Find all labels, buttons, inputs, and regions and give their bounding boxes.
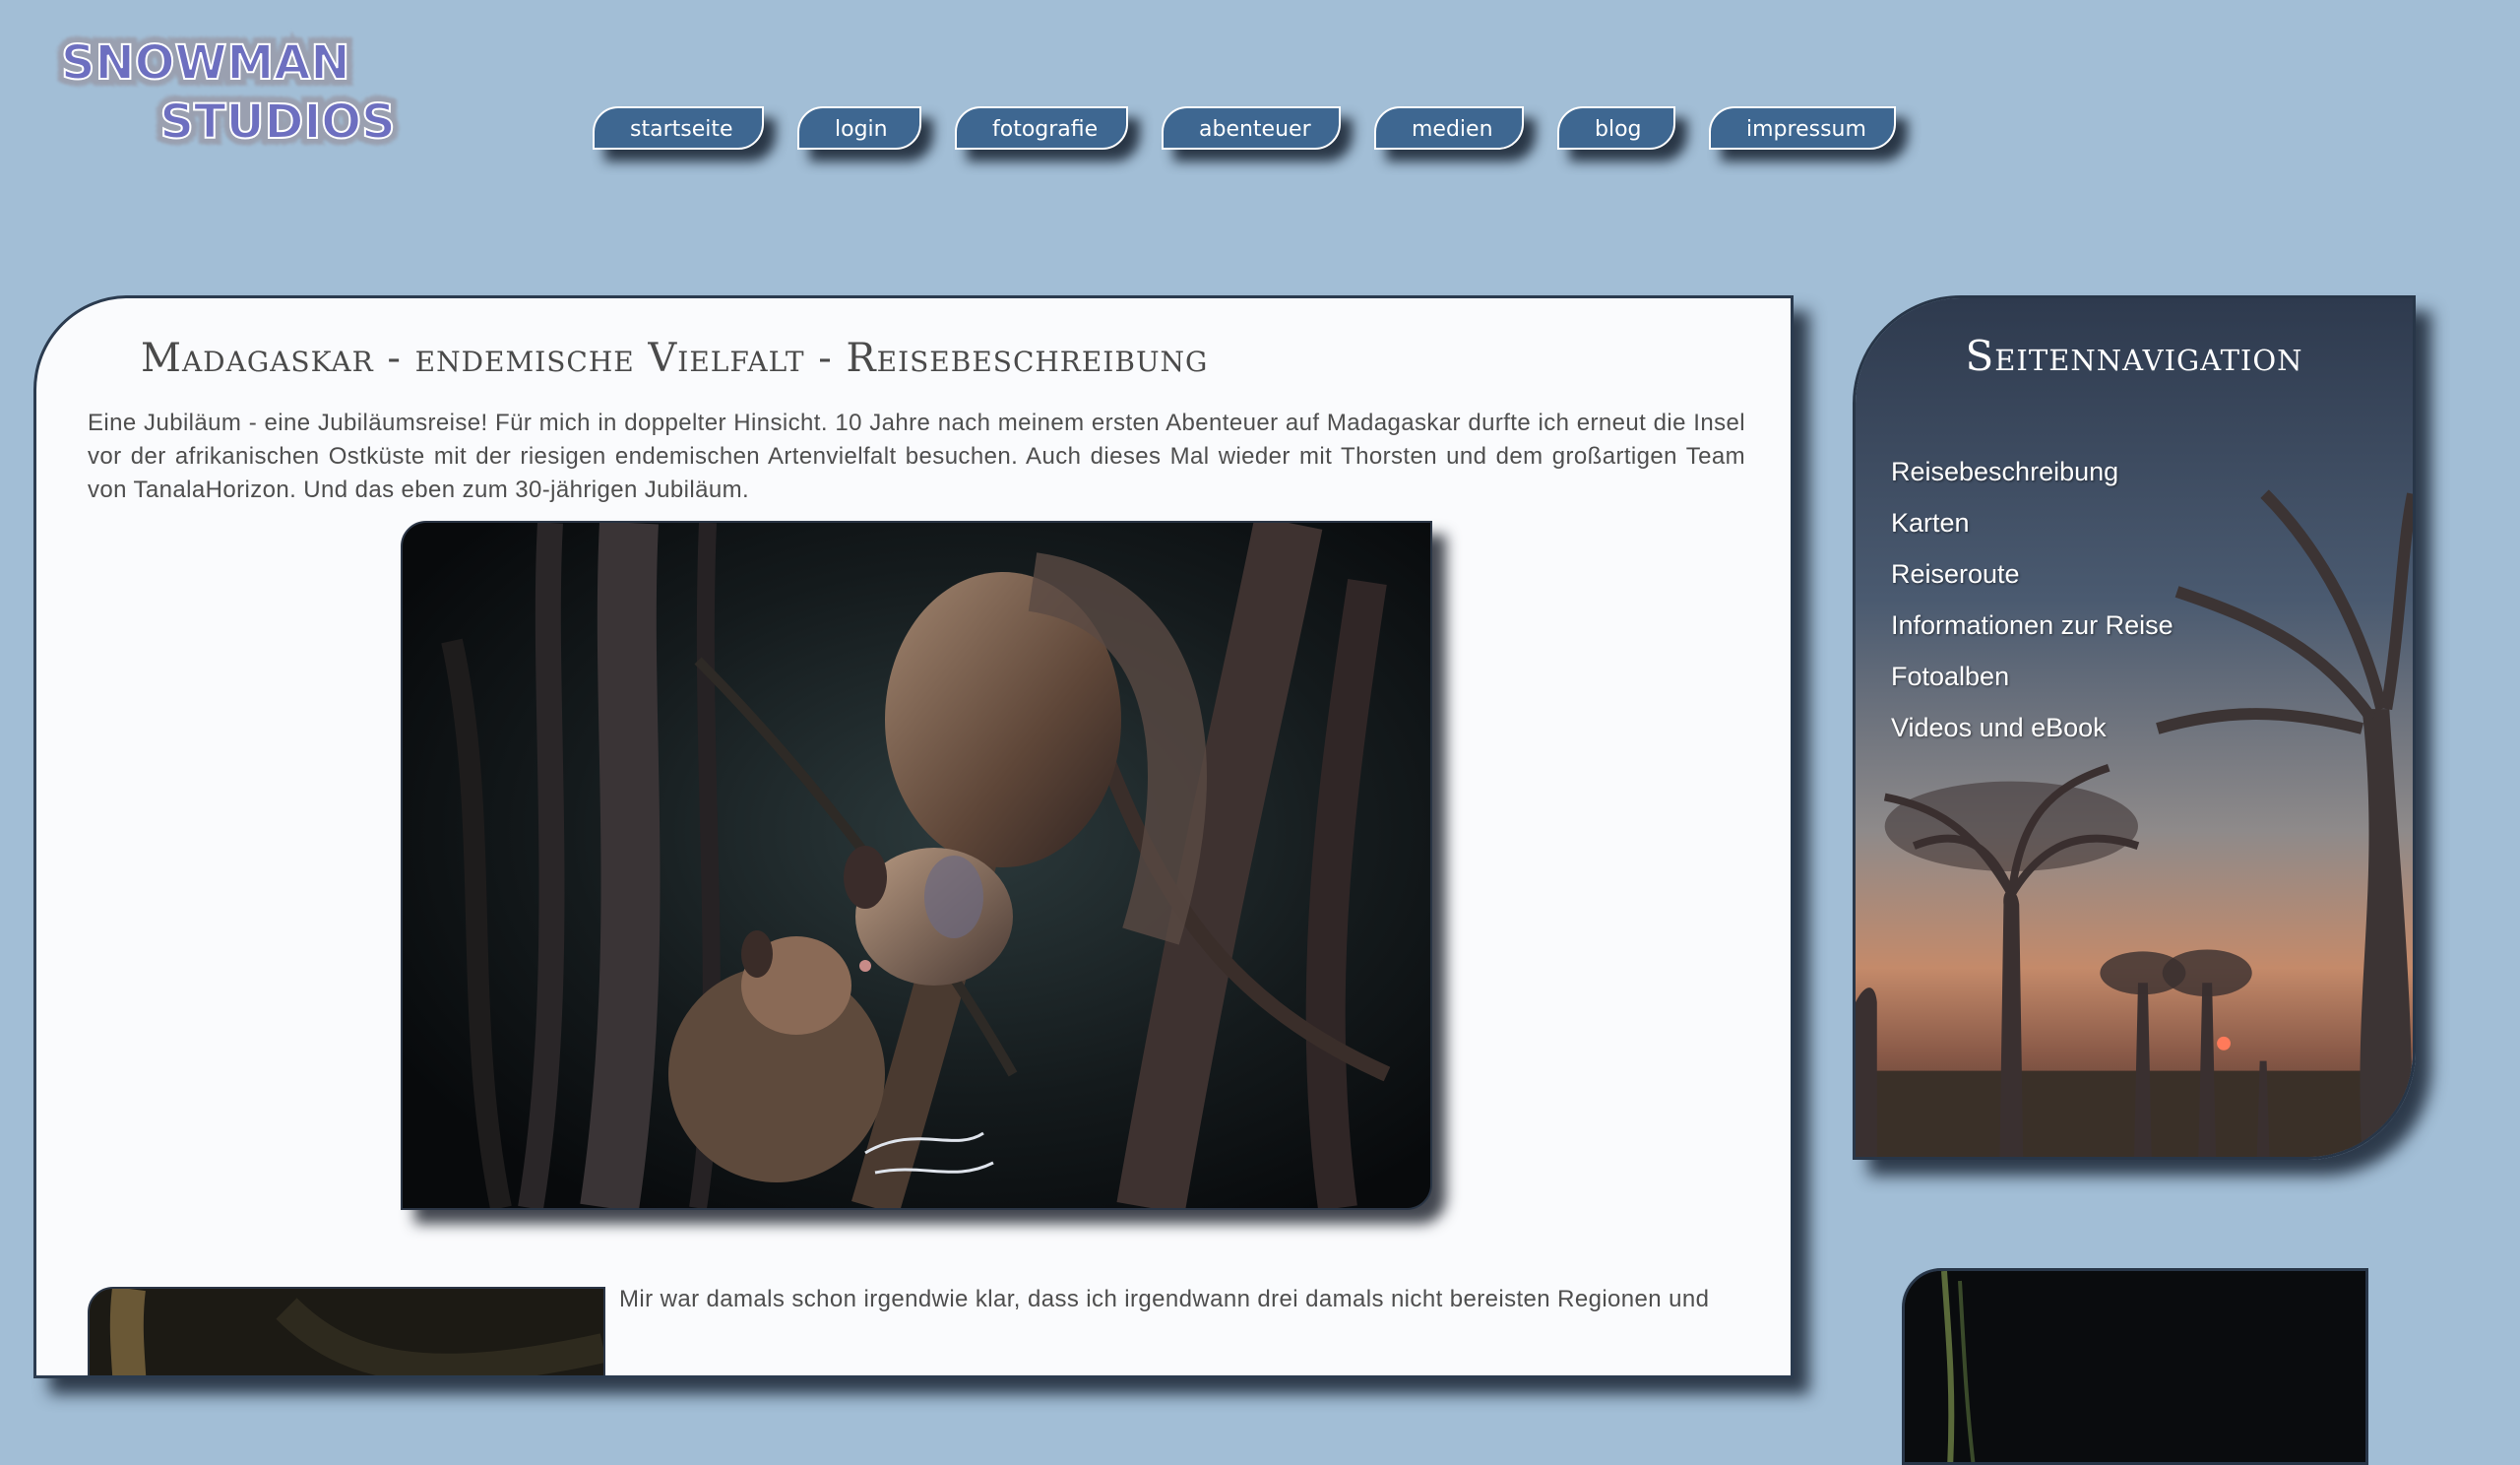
sidenav-fotoalben[interactable]: Fotoalben: [1891, 651, 2174, 702]
site-logo[interactable]: SNOWMAN SNOWMAN STUDIOS STUDIOS: [49, 22, 472, 169]
nav-impressum[interactable]: impressum: [1709, 106, 1896, 150]
nav-medien[interactable]: medien: [1374, 106, 1524, 150]
nav-label: abenteuer: [1199, 117, 1311, 142]
content-panel: Madagaskar - endemische Vielfalt - Reise…: [33, 295, 1794, 1378]
side-photo-panel: [1902, 1268, 2368, 1465]
main-navigation: startseite login fotografie abenteuer me…: [593, 106, 1896, 152]
logo-graphic: SNOWMAN SNOWMAN STUDIOS STUDIOS: [54, 29, 403, 157]
nav-startseite[interactable]: startseite: [593, 106, 764, 150]
second-paragraph: Mir war damals schon irgendwie klar, das…: [619, 1286, 1710, 1312]
second-photo-image: [90, 1289, 603, 1375]
second-photo[interactable]: [88, 1287, 605, 1375]
sidenav-informationen[interactable]: Informationen zur Reise: [1891, 600, 2174, 651]
sidenav-reiseroute[interactable]: Reiseroute: [1891, 548, 2174, 600]
intro-paragraph: Eine Jubiläum - eine Jubiläumsreise! Für…: [88, 410, 1745, 503]
logo-line2: STUDIOS: [159, 95, 395, 150]
hero-photo-aye-aye[interactable]: [401, 521, 1432, 1210]
sidenav-karten[interactable]: Karten: [1891, 497, 2174, 548]
sidenav-videos-ebook[interactable]: Videos und eBook: [1891, 702, 2174, 753]
side-navigation-title: Seitennavigation: [1965, 332, 2303, 380]
side-navigation-list: Reisebeschreibung Karten Reiseroute Info…: [1891, 446, 2174, 753]
nav-label: startseite: [630, 117, 733, 142]
nav-label: impressum: [1746, 117, 1866, 142]
nav-login[interactable]: login: [797, 106, 921, 150]
page-title: Madagaskar - endemische Vielfalt - Reise…: [141, 336, 1209, 381]
hero-photo-image: [403, 523, 1430, 1208]
side-photo-image: [1905, 1271, 2365, 1462]
side-navigation-panel: Seitennavigation Reisebeschreibung Karte…: [1853, 295, 2416, 1160]
nav-blog[interactable]: blog: [1557, 106, 1675, 150]
nav-label: login: [835, 117, 888, 142]
nav-fotografie[interactable]: fotografie: [955, 106, 1128, 150]
sidenav-reisebeschreibung[interactable]: Reisebeschreibung: [1891, 446, 2174, 497]
nav-label: fotografie: [992, 117, 1099, 142]
nav-abenteuer[interactable]: abenteuer: [1162, 106, 1341, 150]
nav-label: blog: [1595, 117, 1642, 142]
logo-line1: SNOWMAN: [61, 35, 350, 91]
nav-label: medien: [1412, 117, 1493, 142]
